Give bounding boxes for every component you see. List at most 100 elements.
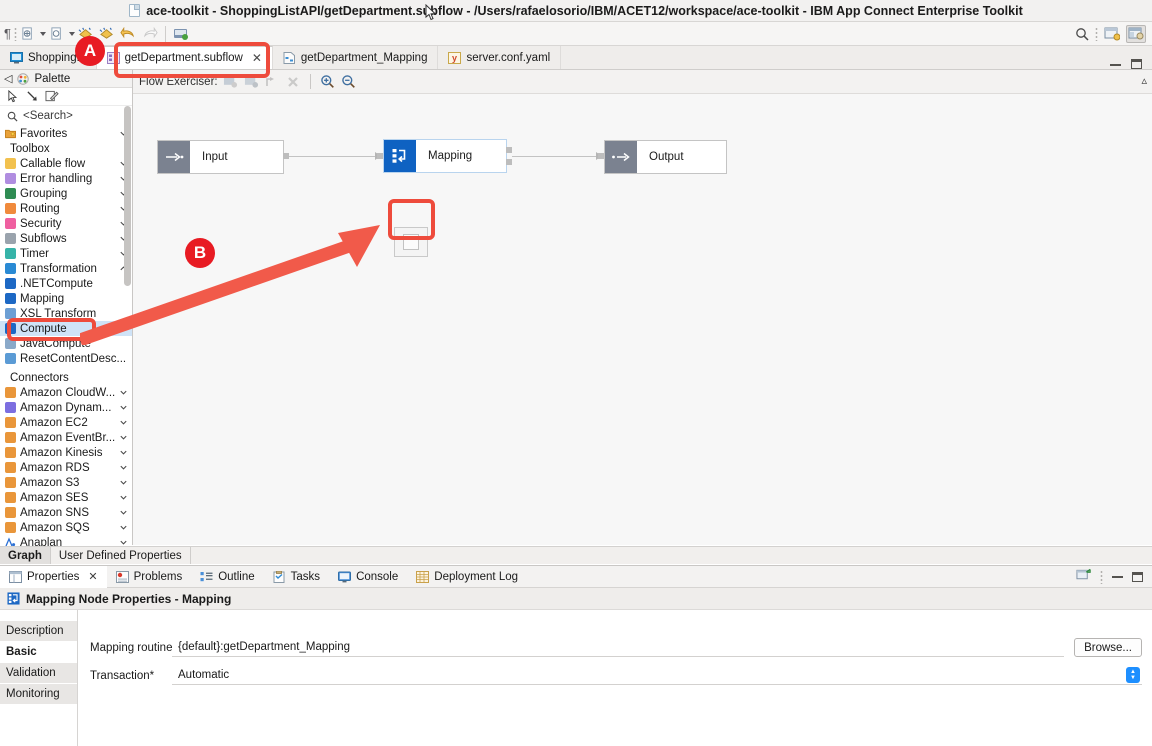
palette-connector-amazon-ses[interactable]: Amazon SES: [0, 490, 132, 505]
chevron-down-icon[interactable]: [119, 478, 128, 487]
connection-tool-icon[interactable]: [26, 90, 39, 103]
flow-exerciser-restore-button[interactable]: [264, 73, 281, 90]
search-icon[interactable]: [1073, 25, 1091, 43]
chevron-down-icon[interactable]: [119, 463, 128, 472]
open-perspective-button[interactable]: [1102, 25, 1122, 43]
palette-connector-amazon-sqs[interactable]: Amazon SQS: [0, 520, 132, 535]
chevron-down-icon[interactable]: [119, 448, 128, 457]
palette-connector-amazon-dynamodb[interactable]: Amazon Dynam...: [0, 400, 132, 415]
select-tool-icon[interactable]: [7, 90, 20, 103]
palette-category-subflows[interactable]: Subflows: [0, 231, 132, 246]
new-wizard-dropdown-caret[interactable]: [68, 31, 75, 36]
palette-connector-amazon-kinesis[interactable]: Amazon Kinesis: [0, 445, 132, 460]
chevron-down-icon[interactable]: [119, 403, 128, 412]
tab-graph[interactable]: Graph: [0, 547, 51, 564]
perspective-drag-handle[interactable]: [1095, 26, 1098, 41]
view-tab-outline[interactable]: Outline: [191, 566, 263, 588]
view-tab-properties[interactable]: Properties ✕: [0, 565, 107, 588]
connection-input-to-mapping[interactable]: [289, 156, 375, 157]
palette-category-callable-flow[interactable]: Callable flow: [0, 156, 132, 171]
editor-tab-getdepartment-mapping[interactable]: getDepartment_Mapping: [273, 46, 439, 69]
palette-connector-amazon-sns[interactable]: Amazon SNS: [0, 505, 132, 520]
close-icon[interactable]: ✕: [252, 51, 262, 65]
editor-tab-getdepartment-subflow[interactable]: getDepartment.subflow ✕: [96, 46, 273, 69]
palette-scrollbar[interactable]: [124, 106, 131, 318]
collapse-toolbar-icon[interactable]: ▵: [1141, 74, 1147, 87]
palette-category-timer[interactable]: Timer: [0, 246, 132, 261]
close-icon[interactable]: ✕: [88, 570, 97, 583]
view-tab-deployment-log[interactable]: Deployment Log: [407, 566, 527, 588]
compute-drop-target[interactable]: [394, 227, 428, 257]
flow-exerciser-clear-button[interactable]: [285, 73, 302, 90]
minimize-editor-icon[interactable]: [1110, 63, 1121, 66]
properties-side-tab-monitoring[interactable]: Monitoring: [0, 684, 77, 705]
palette-item-mapping[interactable]: Mapping: [0, 291, 132, 306]
palette-connector-amazon-eventbridge[interactable]: Amazon EventBr...: [0, 430, 132, 445]
editor-tab-server-conf-yaml[interactable]: y server.conf.yaml: [438, 46, 562, 69]
forward-navigation-button[interactable]: [141, 25, 159, 43]
flow-exerciser-toolbar-button[interactable]: [172, 25, 190, 43]
connection-mapping-to-output[interactable]: [512, 156, 596, 157]
zoom-out-icon[interactable]: [340, 73, 357, 90]
palette-connector-amazon-s3[interactable]: Amazon S3: [0, 475, 132, 490]
mapping-output-port-2[interactable]: [506, 159, 512, 165]
maximize-view-icon[interactable]: [1132, 571, 1143, 582]
combobox-spinner-icon[interactable]: ▲ ▼: [1126, 667, 1140, 683]
new-wizard-button[interactable]: [49, 25, 67, 43]
flow-node-input[interactable]: Input: [157, 140, 284, 174]
flow-exerciser-record-button[interactable]: [222, 73, 239, 90]
palette-search-input[interactable]: <Search>: [23, 110, 73, 122]
chevron-down-icon[interactable]: [119, 433, 128, 442]
paragraph-mark-icon[interactable]: ¶: [4, 27, 11, 40]
flow-node-output[interactable]: Output: [604, 140, 727, 174]
flow-canvas[interactable]: Input Mapping Output: [133, 94, 1152, 545]
palette-connector-amazon-rds[interactable]: Amazon RDS: [0, 460, 132, 475]
view-tab-problems[interactable]: Problems: [107, 566, 192, 588]
chevron-down-icon[interactable]: [119, 418, 128, 427]
palette-category-routing[interactable]: Routing: [0, 201, 132, 216]
palette-category-transformation[interactable]: Transformation: [0, 261, 132, 276]
integration-development-perspective-button[interactable]: [1126, 24, 1146, 43]
palette-item-netcompute[interactable]: .NETCompute: [0, 276, 132, 291]
palette-scrollbar-thumb[interactable]: [124, 106, 131, 286]
collapse-palette-icon[interactable]: ◁: [4, 72, 12, 85]
flow-node-mapping[interactable]: Mapping: [383, 139, 507, 173]
view-menu-icon[interactable]: [1100, 569, 1103, 584]
palette-category-security[interactable]: Security: [0, 216, 132, 231]
new-artifact-button[interactable]: [20, 25, 38, 43]
properties-side-tab-validation[interactable]: Validation: [0, 663, 77, 684]
transaction-combobox[interactable]: Automatic ▲ ▼: [172, 666, 1142, 685]
palette-item-xsl-transform[interactable]: XSL Transform: [0, 306, 132, 321]
chevron-down-icon[interactable]: [119, 508, 128, 517]
chevron-down-icon[interactable]: [119, 388, 128, 397]
properties-side-tab-description[interactable]: Description: [0, 621, 77, 642]
chevron-down-icon[interactable]: [119, 523, 128, 532]
minimize-view-icon[interactable]: [1112, 575, 1123, 578]
palette-category-error-handling[interactable]: Error handling: [0, 171, 132, 186]
palette-item-compute[interactable]: Compute: [0, 321, 132, 336]
deploy-alt-button[interactable]: [99, 25, 117, 43]
palette-item-resetcontentdescriptor[interactable]: ResetContentDesc...: [0, 351, 132, 366]
maximize-editor-icon[interactable]: [1131, 59, 1142, 69]
new-artifact-dropdown-caret[interactable]: [39, 31, 46, 36]
back-navigation-button[interactable]: [120, 25, 138, 43]
browse-button[interactable]: Browse...: [1074, 638, 1142, 657]
properties-side-tab-basic[interactable]: Basic: [0, 642, 77, 663]
view-tab-tasks[interactable]: Tasks: [264, 566, 329, 588]
mapping-output-port-1[interactable]: [506, 147, 512, 153]
palette-connector-amazon-cloudwatch[interactable]: Amazon CloudW...: [0, 385, 132, 400]
restore-view-icon[interactable]: [1076, 568, 1091, 585]
toolbar-drag-handle[interactable]: [13, 26, 17, 41]
zoom-in-icon[interactable]: [319, 73, 336, 90]
palette-search-row[interactable]: <Search>: [0, 106, 132, 126]
tab-user-defined-properties[interactable]: User Defined Properties: [51, 547, 191, 564]
flow-exerciser-stop-button[interactable]: [243, 73, 260, 90]
note-tool-icon[interactable]: [45, 90, 59, 103]
view-tab-console[interactable]: Console: [329, 566, 407, 588]
mapping-routine-input[interactable]: {default}:getDepartment_Mapping: [172, 638, 1065, 657]
palette-favorites[interactable]: Favorites: [0, 126, 132, 141]
chevron-down-icon[interactable]: [119, 493, 128, 502]
palette-connector-amazon-ec2[interactable]: Amazon EC2: [0, 415, 132, 430]
palette-category-grouping[interactable]: Grouping: [0, 186, 132, 201]
palette-item-javacompute[interactable]: JavaCompute: [0, 336, 132, 351]
